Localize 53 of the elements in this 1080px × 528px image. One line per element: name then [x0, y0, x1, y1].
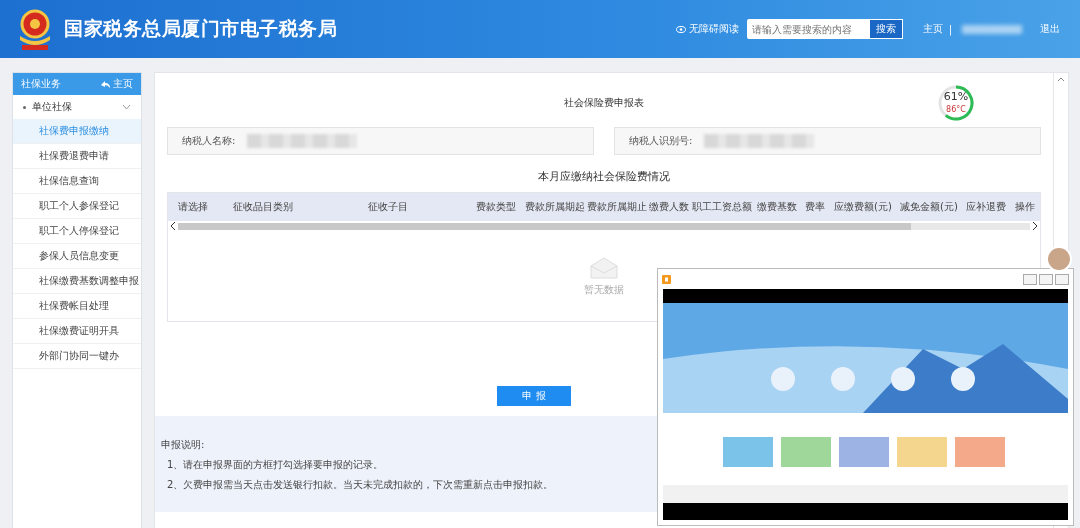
sidebar-item[interactable]: 社保信息查询 [13, 169, 141, 194]
column-header: 操作 [1014, 200, 1036, 214]
sidebar-item[interactable]: 社保缴费证明开具 [13, 319, 141, 344]
scroll-right-icon[interactable] [1032, 222, 1038, 230]
chevron-icon [122, 104, 131, 110]
column-header: 费款所属期起 [524, 200, 586, 214]
back-arrow-icon [101, 80, 110, 88]
sidebar-item[interactable]: 社保费帐目处理 [13, 294, 141, 319]
temperature-reading: 86°C [945, 105, 967, 114]
sidebar-item[interactable]: 职工个人停保登记 [13, 219, 141, 244]
column-header: 应缴费额(元) [833, 200, 893, 214]
scroll-up-icon[interactable] [1057, 77, 1065, 82]
search-button[interactable]: 搜索 [868, 19, 903, 39]
table-title: 本月应缴纳社会保险费情况 [537, 169, 671, 184]
empty-text: 暂无数据 [584, 283, 624, 297]
column-header: 减免金额(元) [899, 200, 959, 214]
sidebar-group[interactable]: 单位社保 [13, 95, 141, 119]
column-header: 缴费基数 [756, 200, 798, 214]
column-header: 费率 [804, 200, 826, 214]
search-field[interactable]: 请输入需要搜索的内容 [746, 19, 869, 39]
gauge-reading: 61% [942, 90, 970, 103]
sidebar-item[interactable]: 外部门协同一键办 [13, 344, 141, 369]
column-header: 征收子目 [367, 200, 409, 214]
close-button[interactable] [1055, 273, 1069, 285]
field-label: 纳税人识别号: [629, 134, 693, 148]
sidebar-item[interactable]: 社保缴费基数调整申报 [13, 269, 141, 294]
gauge-ring-icon [937, 84, 975, 122]
column-header: 费款类型 [475, 200, 517, 214]
horizontal-scrollbar[interactable] [178, 222, 1030, 230]
minimize-button[interactable] [1023, 273, 1037, 285]
column-header: 请选择 [177, 200, 209, 214]
column-header: 缴费人数 [648, 200, 690, 214]
column-header: 费款所属期止 [586, 200, 648, 214]
sidebar-item[interactable]: 社保费退费申请 [13, 144, 141, 169]
empty-inbox-icon [589, 257, 619, 279]
sidebar-item[interactable]: 职工个人参保登记 [13, 194, 141, 219]
maximize-button[interactable] [1039, 273, 1053, 285]
player-icon [662, 274, 671, 284]
redacted-username [962, 24, 1022, 34]
form-title: 社会保险费申报表 [564, 96, 644, 110]
sidebar-title: 社保业务 [21, 77, 61, 91]
column-header: 征收品目类别 [232, 200, 294, 214]
eye-icon [675, 25, 686, 33]
site-title: 国家税务总局厦门市电子税务局 [64, 16, 338, 41]
column-header: 应补退费 [965, 200, 1007, 214]
note-text: 2、欠费申报需当天点击发送银行扣款。当天未完成扣款的，下次需重新点击申报扣款。 [167, 478, 555, 492]
column-header: 职工工资总额 [691, 200, 753, 214]
separator: | [948, 23, 952, 35]
scroll-left-icon[interactable] [170, 222, 176, 230]
note-text: 1、请在申报界面的方框打勾选择要申报的记录。 [167, 458, 385, 472]
notes-title: 申报说明: [161, 438, 206, 452]
field-label: 纳税人名称: [182, 134, 236, 148]
sidebar-item[interactable]: 参保人员信息变更 [13, 244, 141, 269]
